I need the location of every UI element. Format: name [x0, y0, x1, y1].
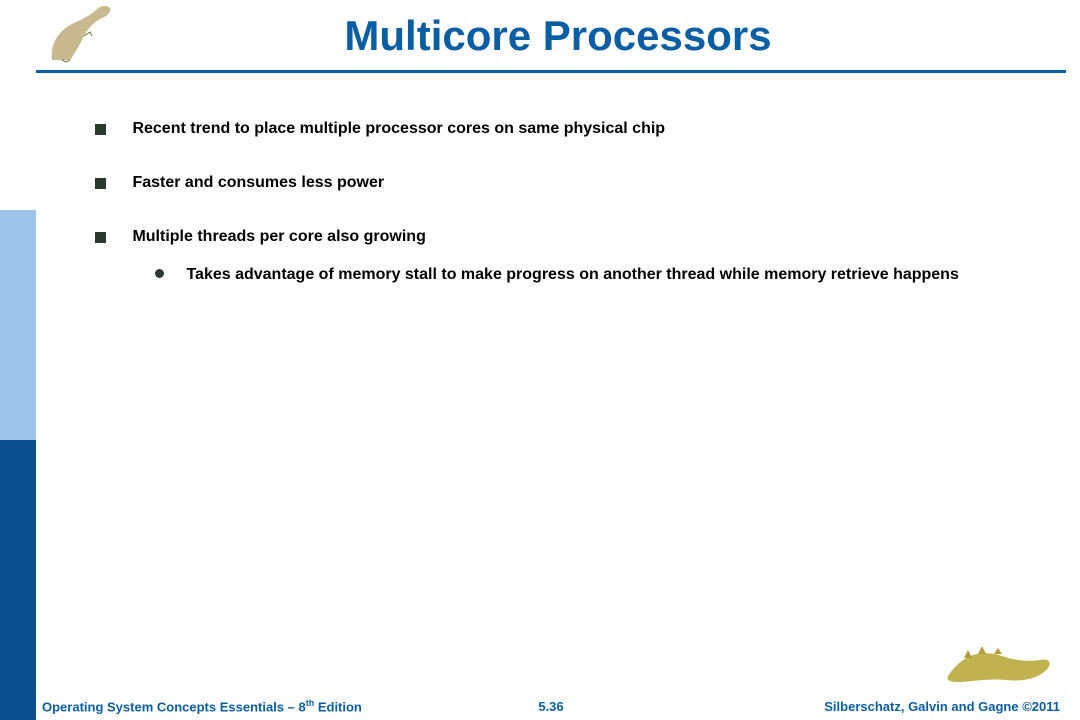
square-bullet-icon: [95, 232, 106, 243]
slide: Multicore Processors Recent trend to pla…: [0, 0, 1080, 720]
square-bullet-icon: [95, 178, 106, 189]
side-stripe-light: [0, 210, 36, 440]
bullet-text: Multiple threads per core also growing: [132, 228, 425, 246]
bullet-item: Recent trend to place multiple processor…: [95, 120, 1050, 138]
dinosaur-bottom-icon: [944, 632, 1054, 688]
sub-bullet-item: Takes advantage of memory stall to make …: [155, 264, 1050, 286]
square-bullet-icon: [95, 124, 106, 135]
title-wrap: Multicore Processors: [36, 12, 1080, 60]
bullet-text: Recent trend to place multiple processor…: [132, 120, 665, 138]
bullet-text: Faster and consumes less power: [132, 174, 384, 192]
footer-center: 5.36: [538, 699, 563, 714]
footer-left-suffix: Edition: [314, 699, 362, 714]
bullet-item: Multiple threads per core also growing T…: [95, 228, 1050, 286]
footer-left: Operating System Concepts Essentials – 8…: [42, 698, 362, 714]
bullet-item: Faster and consumes less power: [95, 174, 1050, 192]
footer-right: Silberschatz, Galvin and Gagne ©2011: [824, 699, 1060, 714]
title-underline: [36, 70, 1066, 73]
footer-left-sup: th: [306, 698, 315, 708]
content-area: Recent trend to place multiple processor…: [95, 120, 1050, 322]
footer: Operating System Concepts Essentials – 8…: [36, 690, 1066, 714]
sub-bullet-text: Takes advantage of memory stall to make …: [186, 264, 958, 286]
slide-title: Multicore Processors: [344, 12, 771, 60]
side-stripe: [0, 0, 36, 720]
footer-left-prefix: Operating System Concepts Essentials – 8: [42, 699, 306, 714]
round-bullet-icon: [155, 269, 164, 278]
